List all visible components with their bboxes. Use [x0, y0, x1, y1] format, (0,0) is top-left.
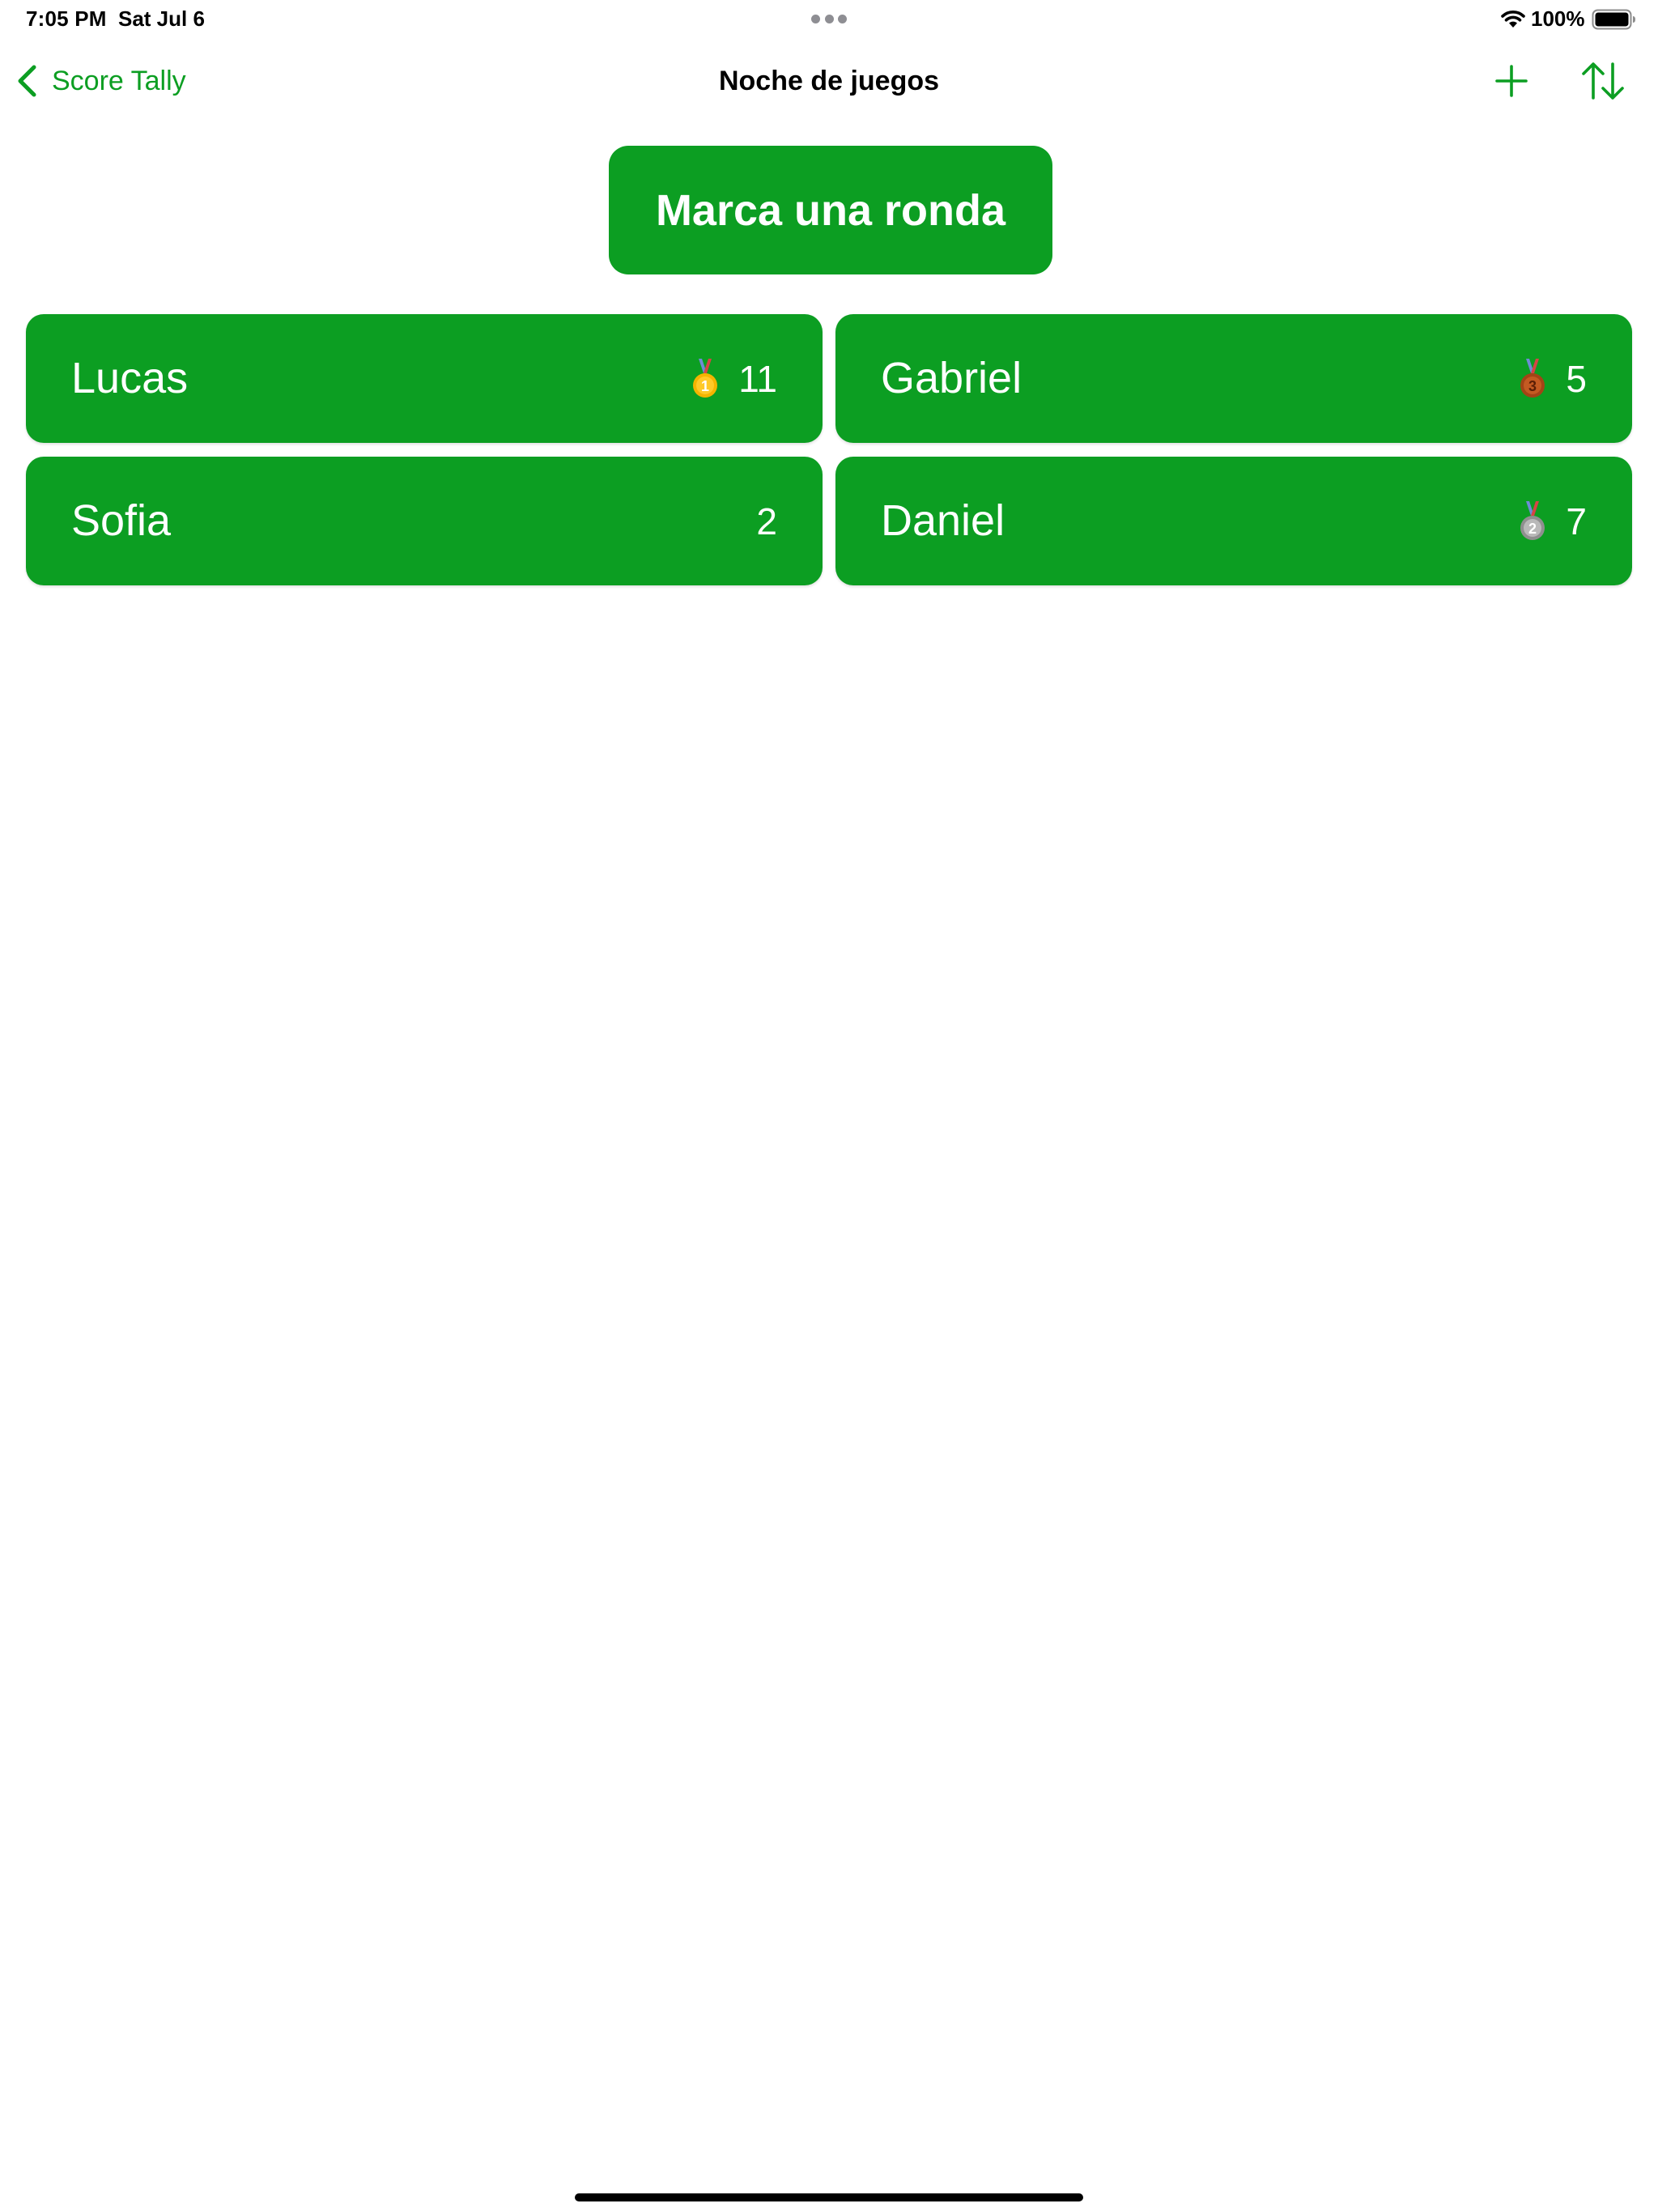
- bronze-medal-icon: 3: [1520, 358, 1545, 398]
- player-name: Gabriel: [881, 354, 1022, 402]
- back-button[interactable]: Score Tally: [16, 58, 186, 104]
- status-bar: 7:05 PM Sat Jul 6 100%: [0, 0, 1658, 39]
- player-score: 2: [756, 500, 777, 542]
- gold-medal-icon: 1: [693, 358, 718, 398]
- player-card-lucas[interactable]: Lucas 1 11: [26, 314, 823, 443]
- player-grid: Lucas 1 11 Gabriel 3 5 Sofia 2 Daniel 2 …: [26, 314, 1632, 585]
- battery-icon: [1592, 9, 1635, 30]
- player-name: Daniel: [881, 496, 1005, 545]
- plus-icon: [1495, 65, 1528, 97]
- player-score: 7: [1566, 500, 1587, 542]
- chevron-left-icon: [18, 65, 36, 97]
- svg-text:3: 3: [1528, 378, 1537, 394]
- player-name: Sofia: [71, 496, 172, 545]
- player-card-gabriel[interactable]: Gabriel 3 5: [835, 314, 1632, 443]
- status-date: Sat Jul 6: [118, 6, 205, 31]
- sort-arrows-icon: [1582, 62, 1624, 100]
- multitasking-dots-icon[interactable]: [811, 15, 847, 24]
- player-score: 5: [1566, 357, 1587, 400]
- wifi-icon: [1501, 11, 1525, 28]
- player-name: Lucas: [71, 354, 189, 402]
- status-time: 7:05 PM: [26, 6, 107, 31]
- svg-text:1: 1: [701, 378, 709, 394]
- player-card-sofia[interactable]: Sofia 2: [26, 457, 823, 585]
- add-player-button[interactable]: [1493, 58, 1530, 104]
- page-title: Noche de juegos: [718, 66, 940, 96]
- battery-percentage: 100%: [1531, 6, 1585, 31]
- sort-button[interactable]: [1579, 57, 1627, 105]
- score-round-button[interactable]: Marca una ronda: [609, 146, 1052, 274]
- silver-medal-icon: 2: [1520, 500, 1545, 540]
- home-indicator[interactable]: [575, 2193, 1083, 2201]
- back-button-label: Score Tally: [52, 65, 186, 96]
- svg-text:2: 2: [1528, 521, 1537, 537]
- player-card-daniel[interactable]: Daniel 2 7: [835, 457, 1632, 585]
- player-score: 11: [738, 357, 777, 400]
